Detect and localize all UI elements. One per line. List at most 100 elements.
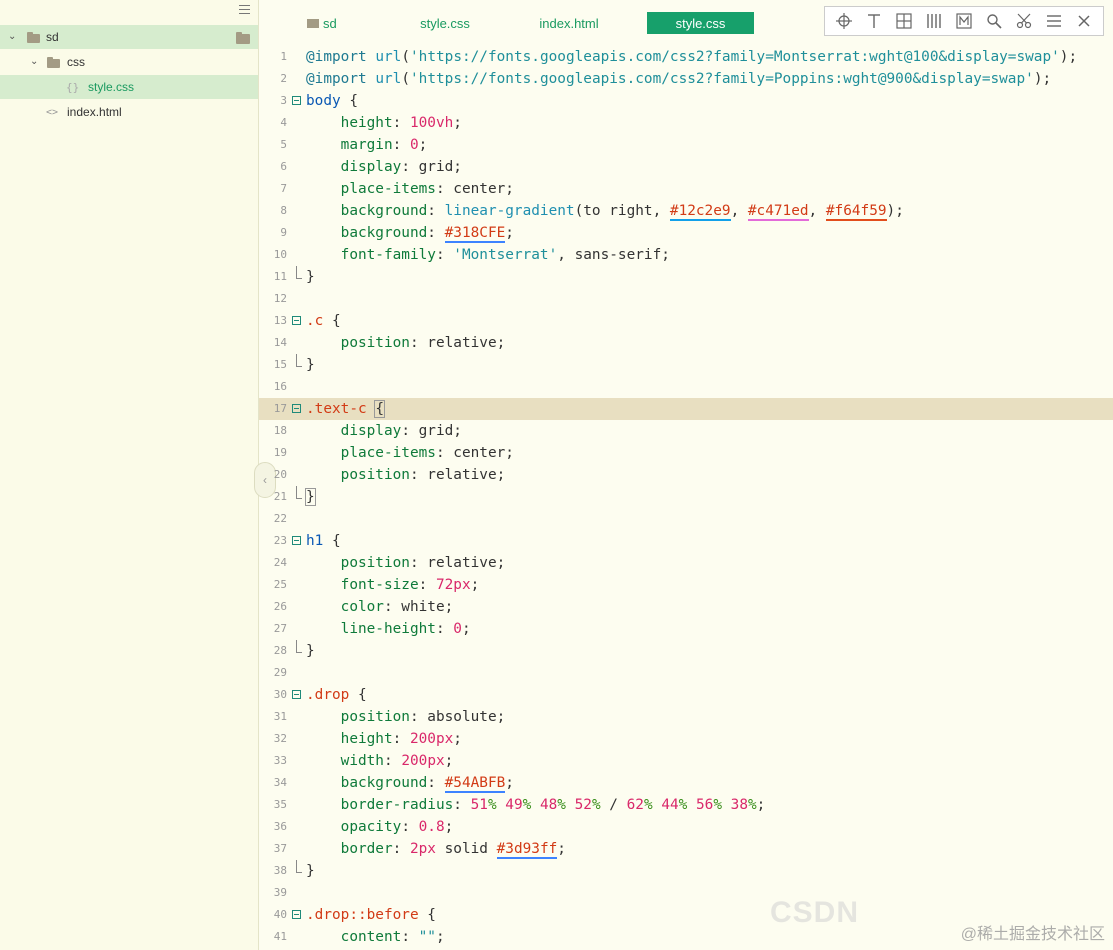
- code-line[interactable]: 13 .c {: [259, 310, 1113, 332]
- line-number: 40: [273, 908, 287, 921]
- folder-icon[interactable]: [236, 32, 250, 44]
- tab-sd[interactable]: sd: [307, 12, 357, 34]
- text-tool-icon[interactable]: [863, 10, 885, 32]
- code-line[interactable]: 22: [259, 508, 1113, 530]
- code-line[interactable]: 10 font-family: 'Montserrat', sans-serif…: [259, 244, 1113, 266]
- code-text: place-items: center;: [340, 445, 514, 461]
- code-text: place-items: center;: [340, 181, 514, 197]
- tab-style-css-active[interactable]: style.css: [647, 12, 754, 34]
- line-number: 24: [273, 556, 287, 569]
- code-line[interactable]: 34 background: #54ABFB;: [259, 772, 1113, 794]
- code-line[interactable]: 16: [259, 376, 1113, 398]
- markdown-icon[interactable]: [953, 10, 975, 32]
- code-text: width: 200px;: [340, 753, 454, 769]
- code-editor[interactable]: 1 @import url('https://fonts.googleapis.c…: [259, 46, 1113, 950]
- fold-toggle-icon[interactable]: [292, 910, 301, 919]
- line-number: 12: [273, 292, 287, 305]
- fold-toggle-icon[interactable]: [292, 96, 301, 105]
- line-number: 31: [273, 710, 287, 723]
- code-line[interactable]: 39: [259, 882, 1113, 904]
- code-line[interactable]: 32 height: 200px;: [259, 728, 1113, 750]
- code-line[interactable]: 9 background: #318CFE;: [259, 222, 1113, 244]
- code-line[interactable]: 17 .text-c {: [259, 398, 1113, 420]
- code-line[interactable]: 11}: [259, 266, 1113, 288]
- code-line[interactable]: 4 height: 100vh;: [259, 112, 1113, 134]
- code-line[interactable]: 24 position: relative;: [259, 552, 1113, 574]
- code-text: background: linear-gradient(to right, #1…: [340, 203, 904, 221]
- line-number: 15: [273, 358, 287, 371]
- line-number: 29: [273, 666, 287, 679]
- menu-icon[interactable]: [1043, 10, 1065, 32]
- juejin-watermark: @稀土掘金技术社区: [960, 926, 1105, 943]
- line-number: 14: [273, 336, 287, 349]
- floating-toolbar: [824, 6, 1104, 36]
- crosshair-icon[interactable]: [833, 10, 855, 32]
- code-line[interactable]: 19 place-items: center;: [259, 442, 1113, 464]
- code-line[interactable]: 20 position: relative;: [259, 464, 1113, 486]
- code-line[interactable]: 6 display: grid;: [259, 156, 1113, 178]
- fold-toggle-icon[interactable]: [292, 316, 301, 325]
- csdn-watermark: CSDN: [770, 896, 860, 929]
- code-line[interactable]: 28}: [259, 640, 1113, 662]
- code-line[interactable]: 29: [259, 662, 1113, 684]
- code-line[interactable]: 3 body {: [259, 90, 1113, 112]
- fold-end-marker: [296, 486, 302, 499]
- scissors-icon[interactable]: [1013, 10, 1035, 32]
- fold-end-marker: [296, 266, 302, 279]
- code-text: @import url('https://fonts.googleapis.co…: [306, 71, 1052, 87]
- code-text: body {: [306, 93, 358, 109]
- sidebar-item-index-html[interactable]: <> index.html: [0, 100, 258, 124]
- tab-label: sd: [323, 15, 337, 31]
- code-line[interactable]: 14 position: relative;: [259, 332, 1113, 354]
- code-line[interactable]: 1 @import url('https://fonts.googleapis.c…: [259, 46, 1113, 68]
- line-number: 36: [273, 820, 287, 833]
- code-line[interactable]: 35 border-radius: 51% 49% 48% 52% / 62% …: [259, 794, 1113, 816]
- code-line[interactable]: 23 h1 {: [259, 530, 1113, 552]
- sidebar-item-css[interactable]: ⌄ css: [0, 50, 258, 74]
- tab-index-html[interactable]: index.html: [529, 12, 609, 34]
- line-number: 10: [273, 248, 287, 261]
- code-line[interactable]: 8 background: linear-gradient(to right, …: [259, 200, 1113, 222]
- fold-toggle-icon[interactable]: [292, 536, 301, 545]
- code-line[interactable]: 21}: [259, 486, 1113, 508]
- fold-toggle-icon[interactable]: [292, 404, 301, 413]
- sidebar-item-sd[interactable]: ⌄ sd: [0, 25, 258, 49]
- fold-toggle-icon[interactable]: [292, 690, 301, 699]
- code-line[interactable]: 7 place-items: center;: [259, 178, 1113, 200]
- search-icon[interactable]: [983, 10, 1005, 32]
- fold-end-marker: [296, 860, 302, 873]
- code-text: background: #318CFE;: [340, 225, 514, 243]
- line-number: 5: [280, 138, 287, 151]
- folder-icon: [27, 32, 40, 43]
- code-line[interactable]: 12: [259, 288, 1113, 310]
- code-text: opacity: 0.8;: [340, 819, 454, 835]
- sidebar-item-style-css[interactable]: {} style.css: [0, 75, 258, 99]
- chevron-down-icon[interactable]: ⌄: [30, 57, 40, 67]
- code-line[interactable]: 18 display: grid;: [259, 420, 1113, 442]
- code-line[interactable]: 31 position: absolute;: [259, 706, 1113, 728]
- menu-icon[interactable]: [239, 5, 250, 15]
- code-line[interactable]: 25 font-size: 72px;: [259, 574, 1113, 596]
- line-number: 32: [273, 732, 287, 745]
- code-line[interactable]: 36 opacity: 0.8;: [259, 816, 1113, 838]
- code-text: color: white;: [340, 599, 454, 615]
- code-line[interactable]: 33 width: 200px;: [259, 750, 1113, 772]
- tab-style-css[interactable]: style.css: [409, 12, 481, 34]
- chevron-down-icon[interactable]: ⌄: [8, 32, 18, 42]
- code-line[interactable]: 5 margin: 0;: [259, 134, 1113, 156]
- grid-icon[interactable]: [893, 10, 915, 32]
- columns-icon[interactable]: [923, 10, 945, 32]
- code-line[interactable]: 30 .drop {: [259, 684, 1113, 706]
- code-line[interactable]: 38}: [259, 860, 1113, 882]
- code-line[interactable]: 37 border: 2px solid #3d93ff;: [259, 838, 1113, 860]
- code-line[interactable]: 2 @import url('https://fonts.googleapis.c…: [259, 68, 1113, 90]
- sidebar-item-label: css: [67, 55, 85, 69]
- code-line[interactable]: 15}: [259, 354, 1113, 376]
- code-line[interactable]: 27 line-height: 0;: [259, 618, 1113, 640]
- tab-label: index.html: [539, 15, 599, 31]
- close-icon[interactable]: [1073, 10, 1095, 32]
- code-text: border-radius: 51% 49% 48% 52% / 62% 44%…: [340, 797, 766, 813]
- code-line[interactable]: 26 color: white;: [259, 596, 1113, 618]
- folder-icon: [307, 18, 319, 28]
- fold-end-marker: [296, 354, 302, 367]
